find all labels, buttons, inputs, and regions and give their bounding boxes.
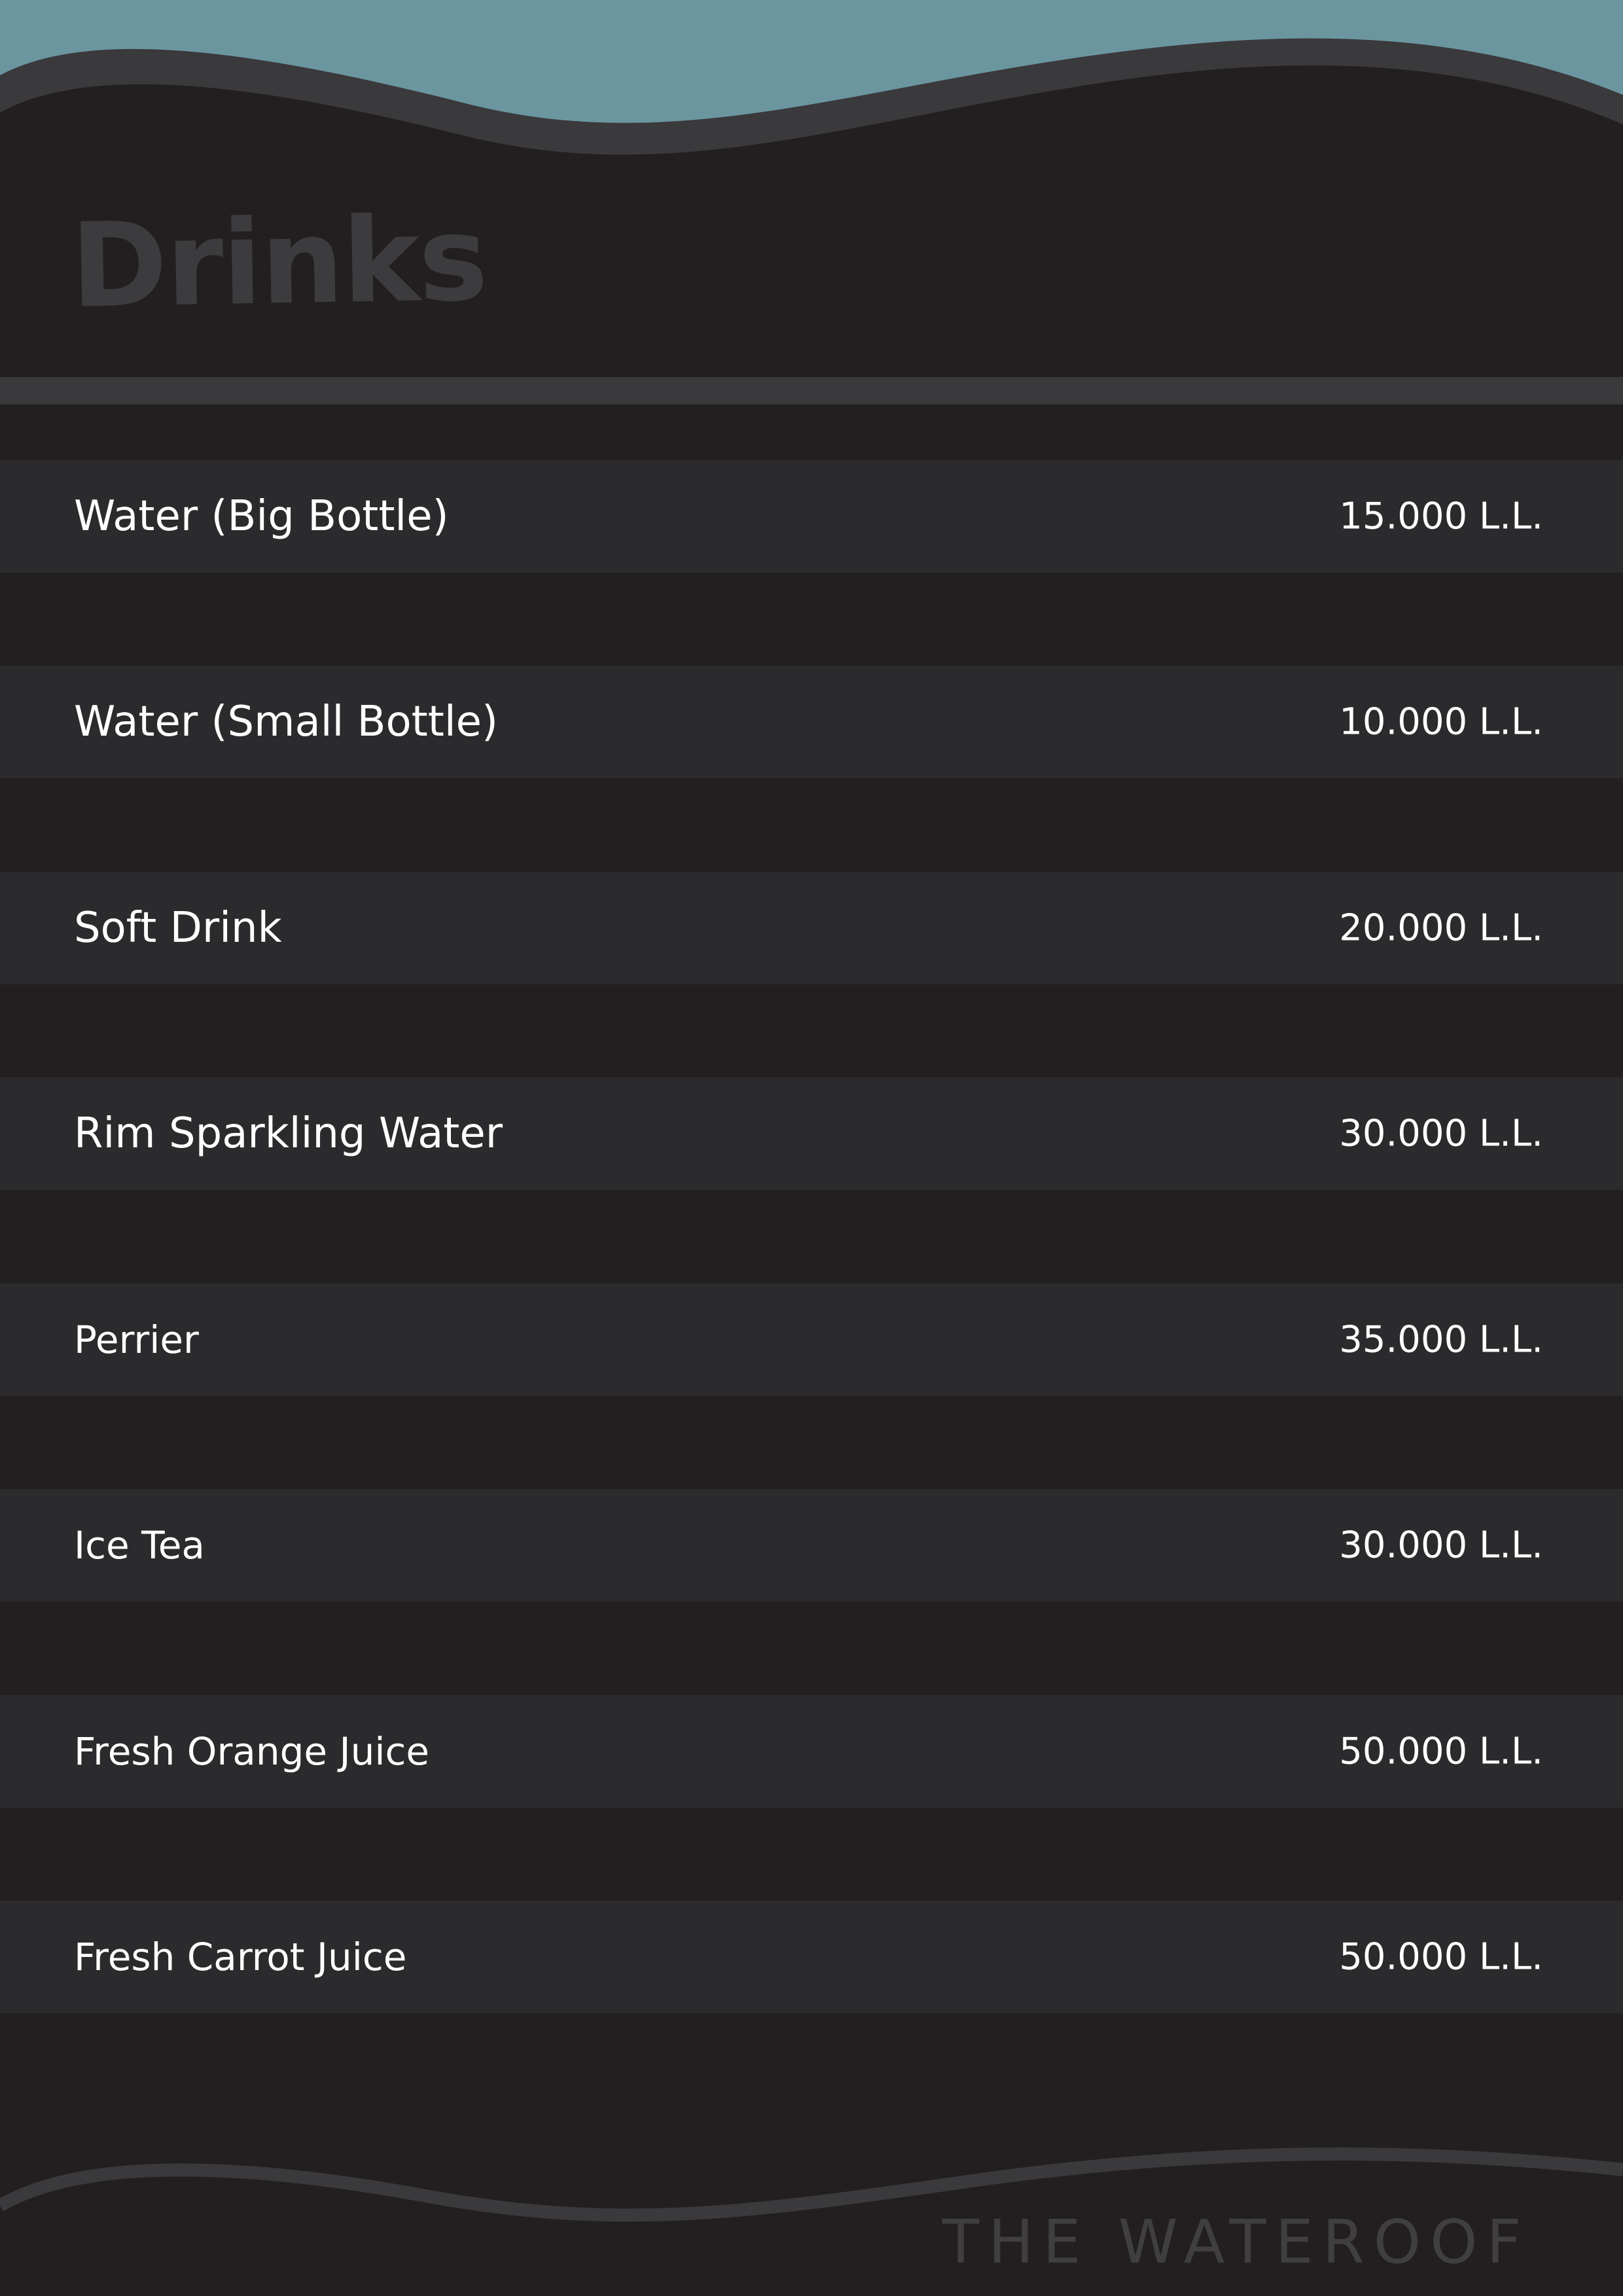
brand-logo: THE WATEROOF	[942, 2207, 1531, 2277]
menu-item: Fresh Carrot Juice 50.000 L.L.	[0, 1901, 1623, 2013]
item-price: 15.000 L.L.	[1339, 495, 1543, 538]
menu-item: Fresh Orange Juice 50.000 L.L.	[0, 1695, 1623, 1808]
item-name: Water (Big Bottle)	[74, 492, 449, 541]
menu-item: Rim Sparkling Water 30.000 L.L.	[0, 1077, 1623, 1190]
item-name: Fresh Orange Juice	[74, 1729, 430, 1774]
item-name: Rim Sparkling Water	[74, 1109, 503, 1158]
item-price: 50.000 L.L.	[1339, 1730, 1543, 1773]
menu-item: Ice Tea 30.000 L.L.	[0, 1489, 1623, 1602]
item-price: 35.000 L.L.	[1339, 1318, 1543, 1361]
item-price: 50.000 L.L.	[1339, 1935, 1543, 1979]
header-divider	[0, 377, 1623, 404]
menu-item: Soft Drink 20.000 L.L.	[0, 872, 1623, 984]
item-name: Fresh Carrot Juice	[74, 1935, 407, 1979]
page-title: Drinks	[69, 190, 488, 334]
top-wave-decoration	[0, 0, 1623, 170]
item-name: Perrier	[74, 1318, 199, 1362]
menu-item: Perrier 35.000 L.L.	[0, 1283, 1623, 1396]
item-price: 10.000 L.L.	[1339, 700, 1543, 744]
item-name: Ice Tea	[74, 1523, 205, 1568]
menu-item: Water (Big Bottle) 15.000 L.L.	[0, 460, 1623, 573]
item-price: 20.000 L.L.	[1339, 906, 1543, 950]
item-name: Water (Small Bottle)	[74, 698, 498, 746]
item-price: 30.000 L.L.	[1339, 1112, 1543, 1155]
menu-item: Water (Small Bottle) 10.000 L.L.	[0, 666, 1623, 778]
item-price: 30.000 L.L.	[1339, 1524, 1543, 1567]
item-name: Soft Drink	[74, 904, 282, 952]
